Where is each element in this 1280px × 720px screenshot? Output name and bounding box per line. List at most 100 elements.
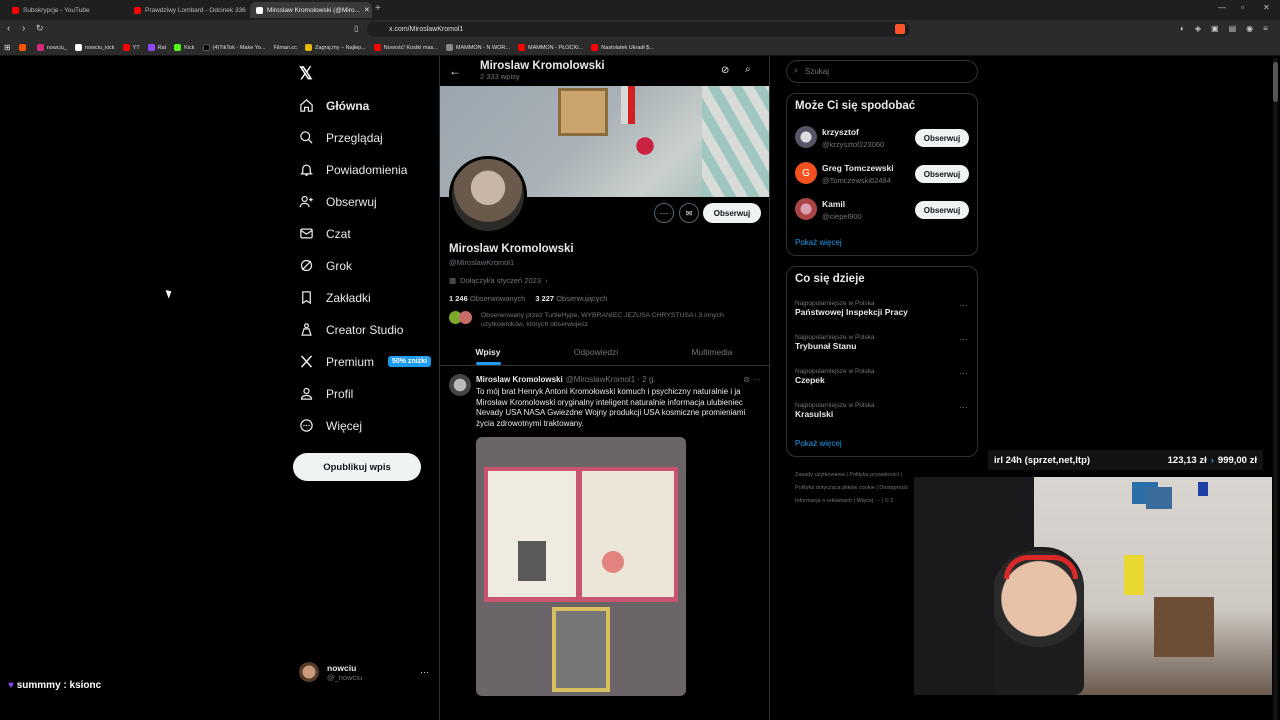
menu-icon[interactable]: ≡: [1263, 24, 1268, 33]
nav-profile[interactable]: Profil: [299, 386, 353, 401]
grok-icon[interactable]: ⊘: [743, 375, 750, 384]
close-icon[interactable]: ✕: [364, 6, 370, 14]
avatar[interactable]: G: [795, 162, 817, 184]
bookmark-item[interactable]: Nowość! Kostki mas...: [373, 44, 438, 51]
avatar[interactable]: [449, 374, 471, 396]
footer-link[interactable]: Polityka prywatności: [849, 472, 899, 478]
extension-icon[interactable]: ◐: [1180, 24, 1185, 33]
follow-button[interactable]: Obserwuj: [915, 201, 969, 219]
browser-tab-active[interactable]: Miroslaw Kromolowski (@Miro... ✕: [250, 2, 372, 18]
followed-by[interactable]: Obserwowany przez TurtleHype, WYBRANIEC …: [449, 311, 759, 329]
nav-follow[interactable]: Obserwuj: [299, 194, 377, 209]
follow-button[interactable]: Obserwuj: [915, 129, 969, 147]
footer-link[interactable]: Zasady użytkowania: [795, 472, 845, 478]
trend-item[interactable]: Najpopularniejsze w Polska Trybunał Stan…: [795, 334, 970, 351]
browser-tab[interactable]: Subskrypcje - YouTube: [6, 2, 128, 18]
sidebar-icon[interactable]: ▤: [1229, 24, 1237, 33]
bookmark-item[interactable]: Zagraj.my – Najlep...: [305, 44, 366, 51]
account-switcher[interactable]: nowciu @_nowciu ···: [299, 659, 429, 685]
trend-item[interactable]: Najpopularniejsze w Polska Krasulski: [795, 402, 970, 419]
bookmark-item[interactable]: YT: [122, 44, 140, 51]
nav-grok[interactable]: Grok: [299, 258, 352, 273]
bookmark-item[interactable]: MAMMON - PŁOCKI...: [517, 44, 583, 51]
nav-chat[interactable]: Czat: [299, 226, 351, 241]
post-author[interactable]: Miroslaw Kromolowski: [476, 375, 563, 384]
account-name: nowciu: [327, 662, 357, 673]
url-input[interactable]: x.com/MiroslawKromol1: [367, 22, 910, 37]
followers-link[interactable]: 3 227 Obserwujących: [535, 294, 607, 303]
reload-icon[interactable]: ↻: [36, 23, 44, 34]
following-link[interactable]: 1 246 Obserwowanych: [449, 294, 525, 303]
trend-item[interactable]: Najpopularniejsze w Polska Czepek: [795, 368, 970, 385]
bookmark-item[interactable]: Kick: [174, 44, 195, 51]
nav-bookmarks[interactable]: Zakładki: [299, 290, 371, 305]
followed-by-text: Obserwowany przez TurtleHype, WYBRANIEC …: [481, 312, 724, 328]
minimize-icon[interactable]: —: [1218, 3, 1226, 12]
post-button[interactable]: Opublikuj wpis: [293, 453, 421, 481]
new-tab-icon[interactable]: +: [375, 3, 381, 14]
more-dots-icon[interactable]: ···: [959, 368, 968, 378]
profile-avatar[interactable]: [449, 156, 527, 234]
bookmark-page-icon[interactable]: ▯: [354, 24, 358, 33]
suggestion-name[interactable]: Kamil: [822, 199, 845, 209]
close-window-icon[interactable]: ✕: [1263, 3, 1270, 12]
account-handle: @_nowciu: [327, 672, 363, 682]
suggestion-name[interactable]: Greg Tomczewski: [822, 163, 894, 173]
more-dots-icon[interactable]: ···: [959, 334, 968, 344]
puzzle-icon[interactable]: ▣: [1211, 24, 1219, 33]
footer-link[interactable]: Informacja o reklamach: [795, 498, 852, 504]
bookmark-item[interactable]: nowciu_: [36, 44, 67, 51]
follow-button[interactable]: Obserwuj: [915, 165, 969, 183]
more-dots-icon[interactable]: ···: [959, 300, 968, 310]
trend-item[interactable]: Najpopularniejsze w Polska Państwowej In…: [795, 300, 970, 317]
show-more-link[interactable]: Pokaż więcej: [795, 439, 842, 448]
nav-home[interactable]: Główna: [299, 98, 369, 113]
bookmark-item[interactable]: MAMMON - N WOR...: [445, 44, 510, 51]
bookmark-item[interactable]: Nastolatek Ukradł $...: [591, 44, 654, 51]
nav-explore[interactable]: Przeglądaj: [299, 130, 383, 145]
nav-more[interactable]: Więcej: [299, 418, 362, 433]
footer-link[interactable]: Polityka dotycząca plików cookie: [795, 485, 875, 491]
browser-tab[interactable]: Prawdziwy Lombard - Odcinek 336: [128, 2, 250, 18]
follow-button[interactable]: Obserwuj: [703, 203, 761, 223]
post-image[interactable]: [476, 437, 686, 696]
x-logo-icon[interactable]: 𝕏: [299, 64, 313, 84]
suggestion-name[interactable]: krzysztof: [822, 127, 859, 137]
search-input[interactable]: Szukaj: [786, 60, 978, 83]
forward-icon[interactable]: ›: [22, 23, 25, 34]
trend-name: Państwowej Inspekcji Pracy: [795, 307, 908, 317]
scrollbar-thumb[interactable]: [1273, 62, 1278, 102]
footer-link[interactable]: Dostępność: [879, 485, 908, 491]
tab-posts[interactable]: Wpisy: [440, 338, 536, 365]
bookmark-item[interactable]: Rat: [147, 44, 166, 51]
avatar[interactable]: [795, 198, 817, 220]
search-icon[interactable]: ⌕: [745, 64, 751, 75]
tab-media[interactable]: Multimedia: [662, 338, 762, 365]
bookmark-item[interactable]: nowciu_kick: [74, 44, 115, 51]
nav-premium[interactable]: Premium 50% zniżki: [299, 354, 432, 369]
post-text: To mój brat Henryk Antoni Kromołowski ko…: [476, 387, 746, 428]
extension-icon[interactable]: ◈: [1195, 24, 1201, 33]
more-dots-icon[interactable]: ···: [959, 402, 968, 412]
more-dots-icon[interactable]: ···: [753, 375, 761, 384]
bookmark-item[interactable]: Filman.cc: [274, 45, 298, 51]
grok-icon[interactable]: ⊘: [721, 65, 729, 76]
brave-shield-icon[interactable]: [895, 24, 905, 34]
nav-creator-studio[interactable]: Creator Studio: [299, 322, 403, 337]
back-icon[interactable]: ‹: [7, 23, 10, 34]
message-icon[interactable]: ✉: [679, 203, 699, 223]
back-arrow-icon[interactable]: ←: [449, 64, 461, 78]
vpn-icon[interactable]: ◉: [1246, 24, 1253, 33]
avatar[interactable]: [795, 126, 817, 148]
footer-link[interactable]: Więcej ···: [857, 498, 881, 504]
show-more-link[interactable]: Pokaż więcej: [795, 238, 842, 247]
maximize-icon[interactable]: ▫: [1241, 2, 1244, 12]
nav-notifications[interactable]: Powiadomienia: [299, 162, 407, 177]
more-icon[interactable]: ···: [654, 203, 674, 223]
more-dots-icon[interactable]: ···: [420, 667, 429, 677]
bookmark-item[interactable]: (4)TikTok - Make Yo...: [202, 44, 266, 51]
bookmark-item[interactable]: [18, 44, 29, 51]
apps-icon[interactable]: ⊞: [4, 43, 11, 52]
scrollbar-track[interactable]: [1273, 58, 1278, 720]
tab-replies[interactable]: Odpowiedzi: [548, 338, 644, 365]
